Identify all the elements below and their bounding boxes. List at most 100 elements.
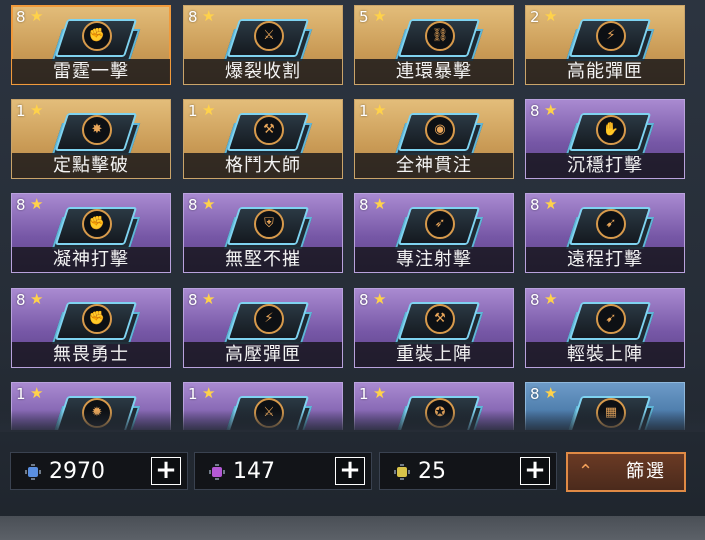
- card-name: 高能彈匣: [526, 59, 684, 84]
- card-count: 8: [16, 291, 26, 309]
- star-icon: ★: [202, 195, 216, 213]
- long-range-icon: ➹: [596, 209, 626, 239]
- skill-card[interactable]: 5 ★ ⛓ 連環暴擊: [354, 5, 514, 85]
- star-icon: ★: [30, 195, 44, 213]
- scythe-icon: ⚔: [254, 21, 284, 51]
- card-name: 輕裝上陣: [526, 342, 684, 367]
- skill-card[interactable]: 8 ★ ▦: [525, 382, 685, 430]
- star-icon: ★: [544, 384, 558, 402]
- chip-graphic: ➹: [563, 298, 655, 344]
- arm-icon: ✊: [82, 209, 112, 239]
- card-count: 8: [530, 102, 540, 120]
- card-name: 無畏勇士: [12, 342, 170, 367]
- star-icon: ★: [30, 101, 44, 119]
- star-icon: ★: [202, 290, 216, 308]
- footer-bar: [0, 516, 705, 540]
- card-name: 高壓彈匣: [184, 342, 342, 367]
- chip-graphic: ✹: [49, 392, 141, 430]
- blade-icon: ⚒: [254, 115, 284, 145]
- skill-card[interactable]: 1 ★ ✸ 定點擊破: [11, 99, 171, 179]
- star-icon: ★: [202, 101, 216, 119]
- resource-purple: 147 +: [194, 452, 372, 490]
- star-icon: ★: [202, 7, 216, 25]
- helmet-icon: ✪: [425, 398, 455, 428]
- gear-star-icon: ✹: [82, 398, 112, 428]
- skill-card[interactable]: 8 ★ ➶ 專注射擊: [354, 193, 514, 273]
- card-count: 8: [16, 196, 26, 214]
- burst-icon: ✸: [82, 115, 112, 145]
- add-blue-button[interactable]: +: [151, 457, 181, 485]
- resource-blue: 2970 +: [10, 452, 188, 490]
- skill-card[interactable]: 8 ★ ➹ 遠程打擊: [525, 193, 685, 273]
- card-name: 定點擊破: [12, 153, 170, 178]
- card-count: 8: [188, 196, 198, 214]
- star-icon: ★: [544, 101, 558, 119]
- blue-chip-icon: [25, 464, 41, 480]
- card-count: 5: [359, 8, 369, 26]
- chip-graphic: ⚡: [221, 298, 313, 344]
- skill-card[interactable]: 1 ★ ✹: [11, 382, 171, 430]
- chip-graphic: ⛨: [221, 203, 313, 249]
- chip-graphic: ⚔: [221, 15, 313, 61]
- add-purple-button[interactable]: +: [335, 457, 365, 485]
- skill-card[interactable]: 8 ★ ✊ 無畏勇士: [11, 288, 171, 368]
- skill-card[interactable]: 1 ★ ⚔: [183, 382, 343, 430]
- bottom-bar: 2970 + 147 + 25 + ⌃ 篩選: [0, 444, 705, 504]
- chip-graphic: ✋: [563, 109, 655, 155]
- skill-card[interactable]: 1 ★ ◉ 全神貫注: [354, 99, 514, 179]
- bullets-icon: ⚔: [254, 398, 284, 428]
- card-name: 凝神打擊: [12, 247, 170, 272]
- chip-graphic: ▦: [563, 392, 655, 430]
- skill-card[interactable]: 8 ★ ⛨ 無堅不摧: [183, 193, 343, 273]
- card-count: 8: [530, 291, 540, 309]
- eye-icon: ◉: [425, 115, 455, 145]
- purple-chip-icon: [209, 464, 225, 480]
- resource-blue-value: 2970: [49, 459, 105, 484]
- card-name: 連環暴擊: [355, 59, 513, 84]
- card-name: 格鬥大師: [184, 153, 342, 178]
- chip-graphic: ⚒: [392, 298, 484, 344]
- filter-button[interactable]: ⌃ 篩選: [566, 452, 686, 492]
- skill-card[interactable]: 8 ★ ✋ 沉穩打擊: [525, 99, 685, 179]
- chip-graphic: ⚒: [221, 109, 313, 155]
- skill-card[interactable]: 8 ★ ⚔ 爆裂收割: [183, 5, 343, 85]
- resource-purple-value: 147: [233, 459, 275, 484]
- card-count: 2: [530, 8, 540, 26]
- skill-card[interactable]: 1 ★ ⚒ 格鬥大師: [183, 99, 343, 179]
- skill-card[interactable]: 8 ★ ✊ 凝神打擊: [11, 193, 171, 273]
- skill-card[interactable]: 8 ★ ⚒ 重裝上陣: [354, 288, 514, 368]
- chip-graphic: ➶: [392, 203, 484, 249]
- skill-card[interactable]: 8 ★ ➹ 輕裝上陣: [525, 288, 685, 368]
- chip-graphic: ⚔: [221, 392, 313, 430]
- card-name: 無堅不摧: [184, 247, 342, 272]
- skill-chip-grid: 8 ★ ✊ 雷霆一擊 8 ★ ⚔ 爆裂收割 5 ★ ⛓ 連環暴擊 2 ★ ⚡ 高能彈匣 1 ★ ✸ 定點擊破 1 ★ ⚒ 格鬥…: [0, 0, 705, 430]
- light-gun-icon: ➹: [596, 304, 626, 334]
- skill-card[interactable]: 8 ★ ⚡ 高壓彈匣: [183, 288, 343, 368]
- resource-gold-value: 25: [418, 459, 446, 484]
- hand-icon: ✋: [596, 115, 626, 145]
- star-icon: ★: [30, 384, 44, 402]
- pressure-magazine-icon: ⚡: [254, 304, 284, 334]
- shield-break-icon: ⛨: [254, 209, 284, 239]
- card-count: 1: [16, 385, 26, 403]
- card-count: 8: [359, 291, 369, 309]
- star-icon: ★: [544, 7, 558, 25]
- skill-card[interactable]: 1 ★ ✪: [354, 382, 514, 430]
- card-count: 8: [530, 196, 540, 214]
- card-name: 重裝上陣: [355, 342, 513, 367]
- card-count: 8: [188, 8, 198, 26]
- star-icon: ★: [30, 7, 44, 25]
- star-icon: ★: [373, 101, 387, 119]
- card-count: 1: [188, 102, 198, 120]
- heavy-gun-icon: ⚒: [425, 304, 455, 334]
- star-icon: ★: [373, 290, 387, 308]
- skill-card[interactable]: 8 ★ ✊ 雷霆一擊: [11, 5, 171, 85]
- armor-icon: ▦: [596, 398, 626, 428]
- star-icon: ★: [373, 384, 387, 402]
- add-gold-button[interactable]: +: [520, 457, 550, 485]
- skill-card[interactable]: 2 ★ ⚡ 高能彈匣: [525, 5, 685, 85]
- chip-graphic: ✪: [392, 392, 484, 430]
- chip-graphic: ✊: [49, 203, 141, 249]
- card-count: 1: [188, 385, 198, 403]
- card-name: 專注射擊: [355, 247, 513, 272]
